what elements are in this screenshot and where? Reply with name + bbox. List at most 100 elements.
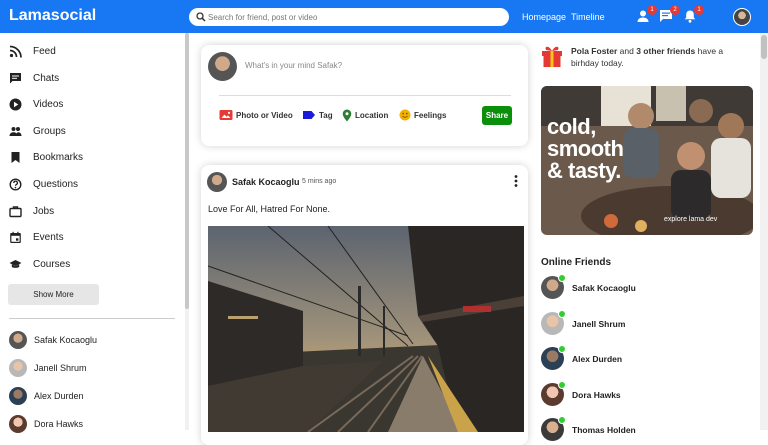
- graduation-cap-icon: [9, 259, 22, 268]
- friend-name: Dora Hawks: [572, 389, 621, 400]
- avatar: [208, 52, 237, 81]
- share-input[interactable]: [245, 61, 485, 70]
- homepage-link[interactable]: Homepage: [522, 12, 566, 22]
- share-button[interactable]: Share: [482, 106, 512, 125]
- avatar: [9, 387, 27, 405]
- option-label: Photo or Video: [236, 110, 293, 120]
- sidebar-item-jobs[interactable]: Jobs: [9, 203, 54, 219]
- ad-line: cold,: [547, 114, 596, 139]
- sidebar-item-label: Feed: [33, 45, 56, 57]
- sidebar-item-label: Courses: [33, 258, 71, 270]
- sidebar-item-groups[interactable]: Groups: [9, 123, 66, 139]
- location-option[interactable]: Location: [342, 109, 388, 122]
- location-icon: [342, 109, 352, 122]
- photo-icon: [219, 110, 233, 120]
- app-logo[interactable]: Lamasocial: [9, 7, 96, 25]
- sidebar-friend[interactable]: Janell Shrum: [9, 358, 87, 378]
- left-sidebar: Feed Chats Videos Groups Bookmarks Quest…: [0, 33, 185, 433]
- post-image[interactable]: [208, 226, 524, 432]
- photo-video-option[interactable]: Photo or Video: [219, 109, 293, 121]
- option-label: Feelings: [414, 110, 447, 120]
- sidebar-item-label: Jobs: [33, 205, 55, 217]
- briefcase-icon: [9, 205, 22, 217]
- option-label: Location: [355, 111, 389, 120]
- sidebar-item-label: Bookmarks: [33, 151, 84, 163]
- avatar: [9, 359, 27, 377]
- online-friend[interactable]: Safak Kocaoglu: [541, 274, 636, 299]
- avatar: [9, 331, 27, 349]
- online-indicator: [558, 274, 566, 282]
- search-input[interactable]: [208, 10, 498, 24]
- online-indicator: [558, 310, 566, 318]
- calendar-icon: [10, 231, 21, 243]
- post-time: 5 mins ago: [302, 178, 337, 185]
- sidebar-friend[interactable]: Dora Hawks: [9, 414, 83, 434]
- profile-avatar[interactable]: [733, 8, 751, 26]
- birthday-notice: Pola Foster and 3 other friends have a b…: [571, 45, 751, 69]
- more-vert-icon[interactable]: [512, 174, 520, 188]
- birthday-text: and: [617, 46, 637, 56]
- sidebar-item-videos[interactable]: Videos: [9, 96, 63, 112]
- play-circle-icon: [9, 98, 22, 110]
- share-divider: [219, 95, 511, 96]
- avatar: [9, 415, 27, 433]
- sidebar-item-questions[interactable]: Questions: [9, 176, 78, 192]
- page-scrollbar-thumb[interactable]: [761, 35, 767, 59]
- notifications-button[interactable]: 1: [683, 5, 704, 25]
- sidebar-divider: [9, 318, 175, 319]
- birthday-count[interactable]: 3 other friends: [636, 46, 695, 56]
- ad-line: & tasty.: [547, 158, 621, 183]
- option-label: Tag: [319, 110, 333, 120]
- birthday-name[interactable]: Pola Foster: [571, 46, 617, 56]
- sidebar-item-label: Events: [33, 231, 64, 243]
- friend-name: Alex Durden: [572, 353, 623, 364]
- online-indicator: [558, 381, 566, 389]
- show-more-button[interactable]: Show More: [8, 284, 99, 305]
- friend-requests-badge: 1: [647, 5, 657, 15]
- timeline-link[interactable]: Timeline: [571, 12, 605, 22]
- sidebar-item-courses[interactable]: Courses: [9, 256, 70, 272]
- online-friend[interactable]: Janell Shrum: [541, 310, 625, 335]
- post-username[interactable]: Safak Kocaoglu: [232, 177, 300, 187]
- share-card: Photo or Video Tag Location Feelings Sha…: [201, 45, 528, 146]
- bookmark-icon: [11, 151, 20, 163]
- online-friend[interactable]: Alex Durden: [541, 345, 623, 370]
- friend-name: Safak Kocaoglu: [34, 335, 98, 345]
- online-indicator: [558, 416, 566, 424]
- search-bar[interactable]: [189, 8, 509, 26]
- emoji-icon: [399, 109, 411, 121]
- sidebar-friend[interactable]: Alex Durden: [9, 386, 84, 406]
- sidebar-item-bookmarks[interactable]: Bookmarks: [9, 149, 83, 165]
- ad-banner[interactable]: cold, smooth & tasty. explore lama dev: [541, 86, 753, 235]
- sidebar-friend[interactable]: Safak Kocaoglu: [9, 330, 97, 350]
- sidebar-item-label: Groups: [33, 125, 66, 137]
- group-icon: [9, 126, 22, 136]
- online-friends-title: Online Friends: [541, 257, 612, 268]
- top-bar: Lamasocial Homepage Timeline 1 2 1: [0, 0, 768, 33]
- rss-icon: [9, 45, 22, 58]
- online-friend[interactable]: Dora Hawks: [541, 381, 621, 406]
- page-scrollbar[interactable]: [760, 33, 768, 430]
- sidebar-item-label: Chats: [33, 72, 60, 84]
- gift-icon: [542, 46, 562, 67]
- friend-name: Alex Durden: [34, 391, 84, 401]
- sidebar-scrollbar-thumb[interactable]: [185, 33, 189, 309]
- online-indicator: [558, 345, 566, 353]
- tag-option[interactable]: Tag: [302, 109, 333, 121]
- friend-name: Janell Shrum: [34, 363, 87, 373]
- sidebar-item-feed[interactable]: Feed: [9, 43, 56, 59]
- search-icon: [196, 12, 206, 22]
- friend-requests-button[interactable]: 1: [636, 5, 657, 25]
- friend-name: Safak Kocaoglu: [572, 282, 636, 293]
- notifications-badge: 1: [694, 5, 704, 15]
- post-text: Love For All, Hatred For None.: [208, 204, 331, 214]
- sidebar-item-label: Questions: [33, 178, 79, 190]
- sidebar-item-events[interactable]: Events: [9, 229, 64, 245]
- help-circle-icon: [9, 177, 22, 191]
- post-card: Safak Kocaoglu 5 mins ago Love For All, …: [201, 165, 528, 445]
- messages-badge: 2: [670, 5, 680, 15]
- messages-button[interactable]: 2: [659, 5, 680, 25]
- avatar[interactable]: [207, 172, 227, 192]
- feelings-option[interactable]: Feelings: [399, 109, 446, 121]
- sidebar-item-chats[interactable]: Chats: [9, 70, 59, 86]
